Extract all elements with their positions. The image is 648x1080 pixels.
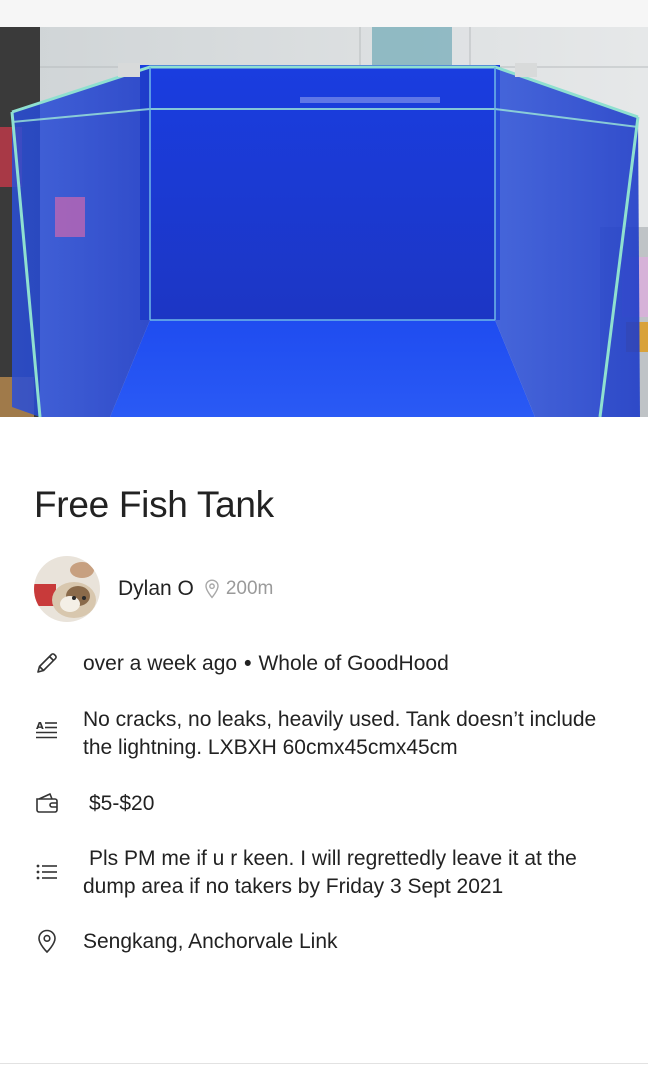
- wallet-icon: [36, 793, 58, 813]
- description-text: No cracks, no leaks, heavily used. Tank …: [83, 708, 597, 759]
- pencil-icon: [37, 653, 57, 673]
- price-row: $5-$20: [34, 790, 628, 818]
- divider: [0, 1063, 648, 1064]
- location-pin-icon: [38, 929, 56, 954]
- posted-time: over a week ago: [83, 652, 238, 675]
- listing-title: Free Fish Tank: [34, 484, 274, 525]
- description-icon: A: [36, 721, 57, 739]
- avatar[interactable]: [34, 556, 100, 622]
- seller-info[interactable]: Dylan O 200m: [34, 556, 273, 622]
- notes-row: Pls PM me if u r keen. I will regrettedl…: [34, 845, 628, 901]
- list-icon: [36, 864, 57, 880]
- posted-scope: Whole of GoodHood: [258, 652, 449, 675]
- description-row: A No cracks, no leaks, heavily used. Tan…: [34, 706, 628, 762]
- posted-row: over a week ago • Whole of GoodHood: [34, 650, 628, 678]
- location-pin-icon: [205, 579, 219, 599]
- price-text: $5-$20: [89, 792, 155, 815]
- svg-text:A: A: [36, 721, 44, 732]
- seller-name[interactable]: Dylan O: [118, 577, 194, 601]
- listing-photo[interactable]: [0, 27, 648, 417]
- fish-tank-image: [0, 27, 648, 417]
- location-row[interactable]: Sengkang, Anchorvale Link: [34, 928, 628, 956]
- notes-text: Pls PM me if u r keen. I will regrettedl…: [83, 847, 577, 898]
- separator-dot: •: [244, 652, 252, 675]
- distance-label: 200m: [225, 578, 274, 599]
- location-text[interactable]: Sengkang, Anchorvale Link: [83, 928, 338, 956]
- status-bar-area: [0, 0, 648, 27]
